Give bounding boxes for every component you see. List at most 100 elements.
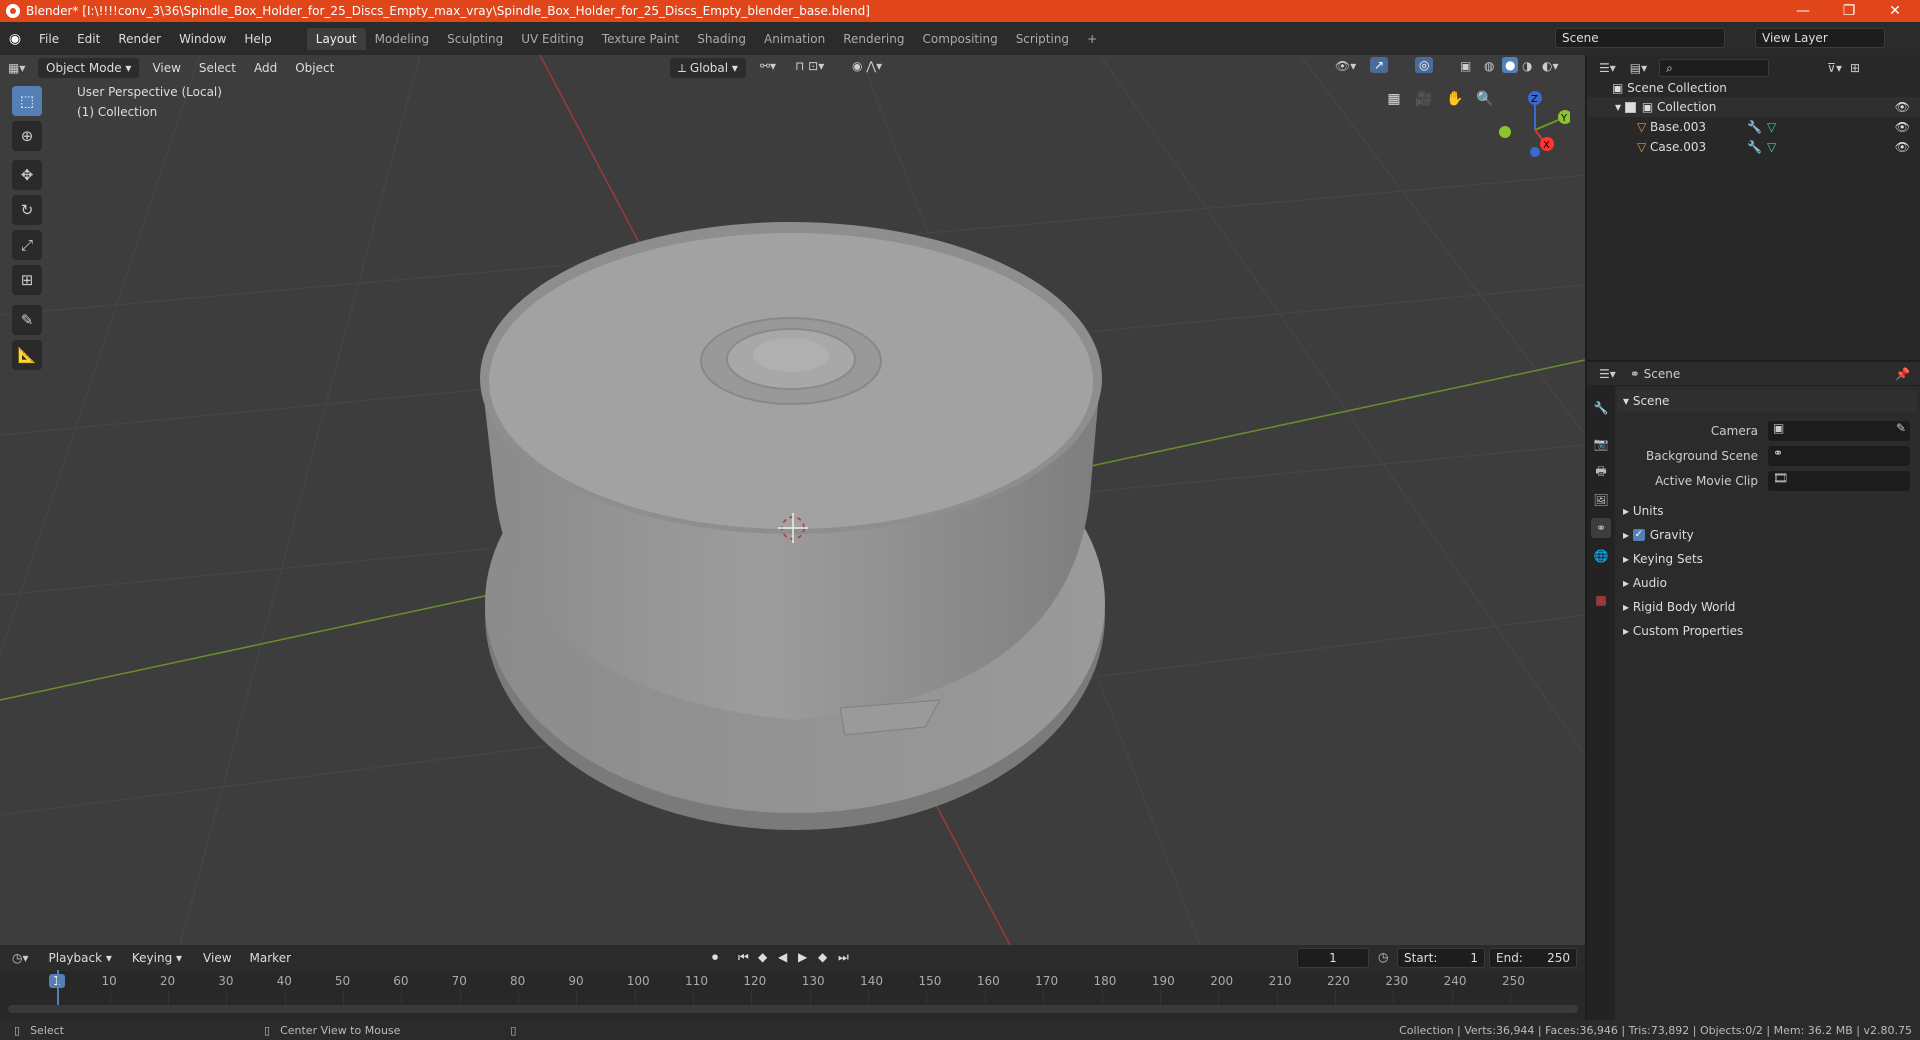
- transform-orientation-dropdown[interactable]: ⟂ Global ▾: [670, 58, 746, 78]
- outliner-collection-row[interactable]: ▾ ▣ Collection 👁: [1587, 97, 1920, 117]
- next-keyframe-icon[interactable]: ◆: [818, 950, 827, 964]
- outliner-item-base[interactable]: ▽ Base.003 🔧 ▽ 👁: [1587, 117, 1920, 137]
- proportional-edit-icon[interactable]: ◉ ⋀▾: [852, 59, 882, 73]
- playhead[interactable]: [57, 970, 59, 1006]
- pin-icon[interactable]: 📌: [1895, 367, 1910, 381]
- timeline-menu-view[interactable]: View: [194, 951, 240, 965]
- wireframe-shading-icon[interactable]: ◍: [1484, 59, 1494, 73]
- tab-layout[interactable]: Layout: [306, 27, 366, 50]
- tab-sculpting[interactable]: Sculpting: [438, 28, 512, 50]
- eye-icon[interactable]: 👁: [1895, 100, 1910, 114]
- tab-texture-paint[interactable]: Texture Paint: [593, 28, 688, 50]
- custom-properties-panel[interactable]: ▸ Custom Properties: [1617, 620, 1917, 642]
- move-tool-icon[interactable]: ✥: [12, 160, 42, 190]
- add-workspace-icon[interactable]: +: [1078, 28, 1106, 50]
- outliner-search-input[interactable]: ⌕: [1659, 59, 1770, 77]
- eye-icon[interactable]: 👁: [1895, 120, 1910, 134]
- viewport-menu-view[interactable]: View: [143, 61, 189, 75]
- units-panel[interactable]: ▸ Units: [1617, 500, 1917, 522]
- tab-rendering[interactable]: Rendering: [834, 28, 913, 50]
- snap-icon[interactable]: ⊓ ⊡▾: [795, 59, 824, 73]
- minimize-button[interactable]: —: [1780, 0, 1826, 22]
- properties-editor-icon[interactable]: ☰▾: [1599, 367, 1616, 381]
- viewport-menu-select[interactable]: Select: [190, 61, 245, 75]
- gizmo-toggle-icon[interactable]: ↗: [1370, 57, 1389, 73]
- material-shading-icon[interactable]: ◑: [1522, 59, 1532, 73]
- new-collection-icon[interactable]: ⊞: [1850, 61, 1860, 75]
- scene-tab-icon[interactable]: ⚭: [1591, 518, 1611, 538]
- outliner-item-case[interactable]: ▽ Case.003 🔧 ▽ 👁: [1587, 137, 1920, 157]
- annotate-tool-icon[interactable]: ✎: [12, 305, 42, 335]
- output-tab-icon[interactable]: 🖶: [1591, 462, 1611, 482]
- keying-dropdown[interactable]: Keying ▾: [123, 948, 191, 968]
- eye-icon[interactable]: 👁: [1895, 140, 1910, 154]
- overlay-toggle-icon[interactable]: ◎: [1415, 57, 1434, 73]
- blender-menu-icon[interactable]: ◉: [0, 31, 30, 47]
- audio-panel[interactable]: ▸ Audio: [1617, 572, 1917, 594]
- tab-animation[interactable]: Animation: [755, 28, 834, 50]
- restore-button[interactable]: ❐: [1826, 0, 1872, 22]
- end-frame-field[interactable]: End: 250: [1489, 948, 1577, 968]
- view-layer-selector[interactable]: View Layer: [1755, 28, 1885, 48]
- outliner-editor-icon[interactable]: ☰▾: [1599, 61, 1616, 75]
- rigid-body-world-panel[interactable]: ▸ Rigid Body World: [1617, 596, 1917, 618]
- play-icon[interactable]: ▶: [798, 950, 807, 964]
- texture-tab-icon[interactable]: ▩: [1591, 590, 1611, 610]
- camera-field[interactable]: ▣ ✎: [1768, 421, 1910, 441]
- filter-icon[interactable]: ⊽▾: [1827, 61, 1842, 75]
- pivot-icon[interactable]: ⚯▾: [760, 59, 776, 73]
- editor-type-icon[interactable]: ▦▾: [8, 61, 38, 75]
- expand-arrow-icon[interactable]: ▾: [1615, 100, 1625, 114]
- timeline-scrollbar[interactable]: [8, 1005, 1578, 1013]
- background-scene-field[interactable]: ⚭: [1768, 446, 1910, 466]
- menu-file[interactable]: File: [30, 32, 68, 46]
- record-icon[interactable]: ⏺: [712, 950, 718, 965]
- solid-shading-icon[interactable]: ●: [1502, 57, 1519, 73]
- tab-modeling[interactable]: Modeling: [366, 28, 439, 50]
- xray-icon[interactable]: ▣: [1460, 59, 1471, 73]
- world-tab-icon[interactable]: 🌐: [1591, 546, 1611, 566]
- active-movie-clip-field[interactable]: 🎞: [1768, 471, 1910, 491]
- viewport-menu-object[interactable]: Object: [286, 61, 343, 75]
- keying-sets-panel[interactable]: ▸ Keying Sets: [1617, 548, 1917, 570]
- timeline-editor-icon[interactable]: ◷▾: [12, 951, 29, 965]
- start-frame-field[interactable]: Start: 1: [1397, 948, 1485, 968]
- tab-uv-editing[interactable]: UV Editing: [512, 28, 593, 50]
- gravity-panel[interactable]: ▸ ✓ Gravity: [1617, 524, 1917, 546]
- jump-end-icon[interactable]: ⏭: [838, 950, 849, 965]
- close-button[interactable]: ✕: [1872, 0, 1918, 22]
- measure-tool-icon[interactable]: 📐: [12, 340, 42, 370]
- view-layer-tab-icon[interactable]: 🖼: [1591, 490, 1611, 510]
- collection-checkbox[interactable]: [1624, 101, 1636, 113]
- 3d-viewport[interactable]: [0, 55, 1585, 945]
- scale-tool-icon[interactable]: ⤢: [12, 230, 42, 260]
- navigation-gizmo[interactable]: Z Y X: [1490, 85, 1570, 165]
- tab-shading[interactable]: Shading: [688, 28, 755, 50]
- viewport-menu-add[interactable]: Add: [245, 61, 286, 75]
- rotate-tool-icon[interactable]: ↻: [12, 195, 42, 225]
- gravity-checkbox[interactable]: ✓: [1632, 529, 1645, 541]
- transform-tool-icon[interactable]: ⊞: [12, 265, 42, 295]
- jump-start-icon[interactable]: ⏮: [738, 950, 749, 965]
- playback-dropdown[interactable]: Playback ▾: [40, 948, 120, 968]
- visibility-icon[interactable]: 👁▾: [1335, 59, 1356, 73]
- cursor-tool-icon[interactable]: ⊕: [12, 121, 42, 151]
- scene-panel-header[interactable]: ▾ Scene: [1617, 390, 1917, 412]
- menu-edit[interactable]: Edit: [68, 32, 109, 46]
- outliner-scene-collection[interactable]: ▣ Scene Collection: [1587, 78, 1920, 98]
- scene-selector[interactable]: Scene: [1555, 28, 1725, 48]
- menu-render[interactable]: Render: [109, 32, 170, 46]
- eyedropper-icon[interactable]: ✎: [1896, 421, 1906, 435]
- menu-help[interactable]: Help: [235, 32, 280, 46]
- select-box-tool-icon[interactable]: ⬚: [12, 86, 42, 116]
- prev-keyframe-icon[interactable]: ◆: [758, 950, 767, 964]
- camera-view-icon[interactable]: 🎥: [1412, 87, 1436, 111]
- tool-tab-icon[interactable]: 🔧: [1591, 398, 1611, 418]
- menu-window[interactable]: Window: [170, 32, 235, 46]
- clock-icon[interactable]: ◷: [1378, 950, 1388, 964]
- play-reverse-icon[interactable]: ◀: [778, 950, 787, 964]
- timeline-menu-marker[interactable]: Marker: [241, 951, 300, 965]
- tab-scripting[interactable]: Scripting: [1007, 28, 1078, 50]
- current-frame-field[interactable]: 1: [1297, 948, 1369, 968]
- grid-view-icon[interactable]: ▦: [1382, 87, 1406, 111]
